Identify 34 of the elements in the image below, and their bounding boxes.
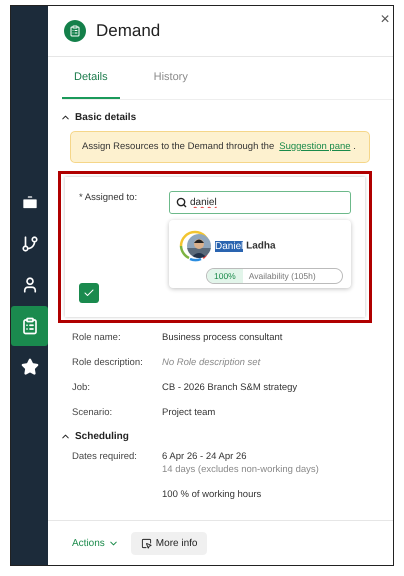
star-icon <box>20 358 38 376</box>
close-button[interactable]: × <box>377 10 393 30</box>
field-label: Scenario: <box>72 406 114 419</box>
field-label: Role name: <box>72 331 122 344</box>
person-name: Daniel Ladha <box>187 234 276 258</box>
search-field[interactable]: daniel <box>169 191 351 214</box>
field-label: Dates required: <box>72 450 138 464</box>
field-value: 6 Apr 26 - 24 Apr 26 14 days (excludes non-working days) <box>162 450 319 476</box>
branch-icon <box>20 235 38 253</box>
field-value: Business process consultant <box>162 331 282 344</box>
field-label: Job: <box>72 381 91 394</box>
panel-title: Demand <box>96 21 160 41</box>
more-info-button[interactable]: More info <box>130 532 208 554</box>
actions-button[interactable]: Actions <box>72 538 119 548</box>
clipboard-icon <box>64 20 86 42</box>
pointer-square-icon <box>140 538 152 548</box>
search-icon <box>176 197 187 208</box>
section-header[interactable]: Basic details <box>60 112 136 123</box>
tab[interactable]: Details <box>62 57 120 99</box>
notice-text: Assign Resources to the Demand through the Suggestion pane . <box>70 131 370 163</box>
field-value: 100 % of working hours <box>162 488 262 501</box>
field-value: Project team <box>162 406 216 419</box>
result-item[interactable]: Daniel Ladha 100% Availability (105h) <box>169 220 351 288</box>
availability-badge: 100% Availability (105h) <box>206 268 343 284</box>
tab[interactable]: History <box>142 57 200 99</box>
section-header[interactable]: Scheduling <box>60 431 129 442</box>
clipboard-icon <box>20 317 38 335</box>
confirm-button[interactable] <box>79 283 99 303</box>
check-icon <box>83 287 95 299</box>
suggestion-link[interactable]: Suggestion pane <box>279 141 351 152</box>
field-label: * Assigned to: <box>79 191 138 205</box>
field-value: CB - 2026 Branch S&M strategy <box>162 381 298 394</box>
field-label: Role description: <box>72 356 144 369</box>
field-value: No Role description set <box>162 356 260 369</box>
